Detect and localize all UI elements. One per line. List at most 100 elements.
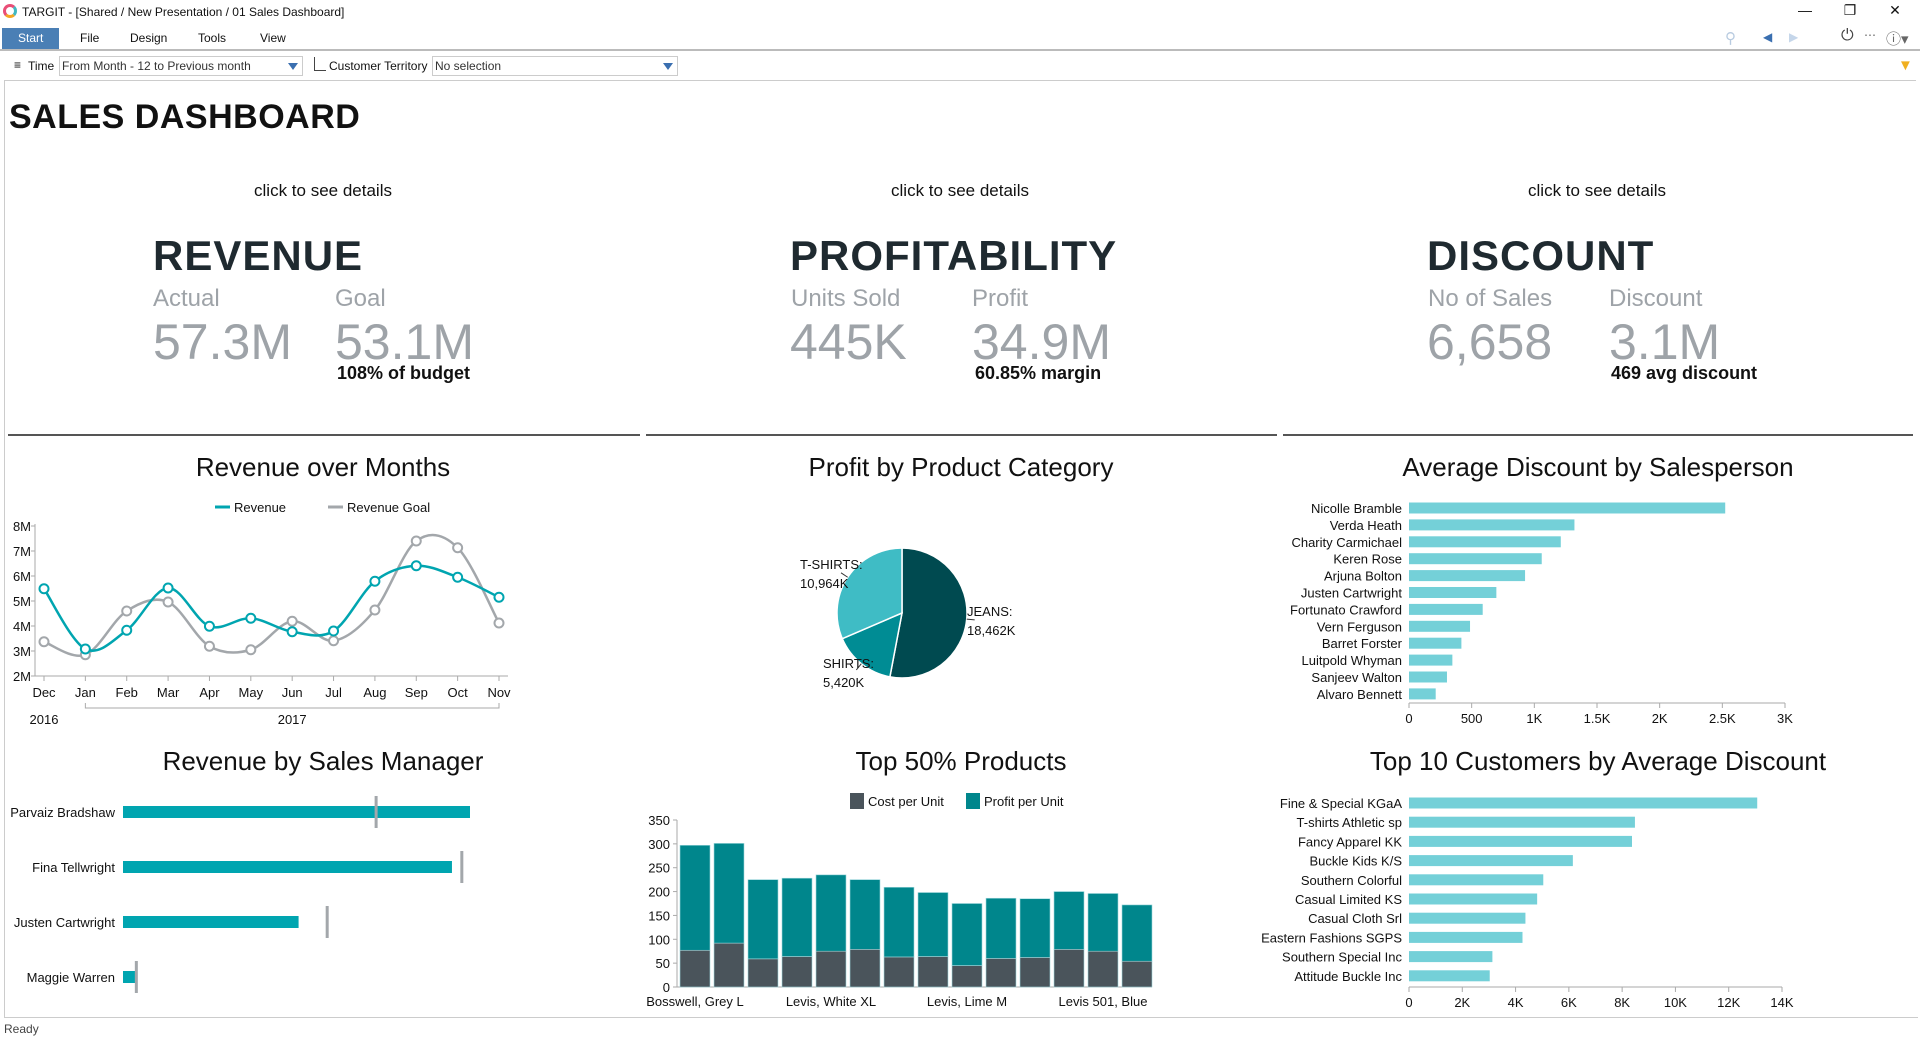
customer-label: Eastern Fashions SGPS (1261, 930, 1402, 945)
salesperson-label: Sanjeev Walton (1311, 670, 1402, 685)
x-tick-label: Oct (448, 685, 469, 700)
profit-bar-segment (951, 903, 983, 966)
y-tick-label: 350 (648, 813, 670, 828)
x-category-label: Levis 501, Blue (1059, 994, 1148, 1009)
y-tick-label: 50 (656, 956, 670, 971)
profit-bar-segment (1019, 898, 1051, 958)
data-point (245, 644, 257, 656)
customer-bar (1409, 835, 1633, 847)
cost-bar-segment (781, 956, 813, 988)
salesperson-bar (1409, 536, 1561, 548)
manager-label: Parvaiz Bradshaw (10, 805, 115, 820)
manager-revenue-bar (123, 806, 470, 818)
manager-label: Justen Cartwright (14, 915, 116, 930)
data-point (38, 636, 50, 648)
profit-bar-segment (883, 886, 915, 958)
legend-swatch (850, 793, 864, 809)
customer-label: Casual Cloth Srl (1308, 911, 1402, 926)
customer-label: Fine & Special KGaA (1280, 796, 1402, 811)
manager-revenue-bar (123, 916, 299, 928)
salesperson-bar (1409, 671, 1447, 683)
cost-bar-segment (815, 950, 847, 988)
customer-bar (1409, 893, 1538, 905)
year-bracket (84, 703, 500, 709)
x-tick-label: Jul (325, 685, 342, 700)
y-tick-label: 100 (648, 932, 670, 947)
customer-label: T-shirts Athletic sp (1297, 815, 1402, 830)
data-point (121, 624, 133, 636)
pie-label: JEANS: (967, 604, 1013, 619)
data-point (162, 596, 174, 608)
x-tick-label: 10K (1664, 995, 1687, 1010)
salesperson-label: Arjuna Bolton (1324, 569, 1402, 584)
x-tick-label: 14K (1770, 995, 1793, 1010)
legend-revenue-goal: Revenue Goal (347, 500, 430, 515)
salesperson-bar (1409, 502, 1726, 514)
cost-bar-segment (747, 958, 779, 988)
charts-layer: 2M 3M 4M 5M 6M 7M 8M Dec Jan Feb Mar Apr May Jun Jul Au… (10, 500, 1794, 1010)
profit-bar-segment (1121, 904, 1153, 962)
customer-label: Fancy Apparel KK (1298, 834, 1402, 849)
manager-goal-marker (325, 906, 329, 938)
cost-bar-segment (951, 965, 983, 988)
data-point (328, 625, 340, 637)
profit-bar-segment (747, 879, 779, 960)
legend-label: Cost per Unit (868, 794, 944, 809)
legend-label: Profit per Unit (984, 794, 1064, 809)
profit-bar-segment (1087, 893, 1119, 952)
customer-bar (1409, 970, 1490, 982)
cost-bar-segment (917, 956, 949, 988)
profit-bar-segment (679, 844, 711, 951)
x-tick-label: Dec (32, 685, 56, 700)
legend-swatch (966, 793, 980, 809)
x-tick-label: 2K (1454, 995, 1470, 1010)
series-line-revenue (42, 564, 500, 652)
cost-bar-segment (1053, 949, 1085, 988)
x-tick-label: 0 (1405, 995, 1412, 1010)
x-tick-label: Apr (199, 685, 220, 700)
salesperson-bar (1409, 637, 1462, 649)
manager-goal-marker (374, 796, 378, 828)
data-point (410, 560, 422, 572)
x-category-label: Bosswell, Grey L (646, 994, 744, 1009)
salesperson-label: Fortunato Crawford (1290, 602, 1402, 617)
cost-bar-segment (985, 958, 1017, 988)
y-tick-label: 150 (648, 908, 670, 923)
profit-bar-segment (781, 877, 813, 957)
salesperson-bar (1409, 603, 1483, 615)
data-point (79, 643, 91, 655)
data-point (369, 575, 381, 587)
y-tick-label: 6M (13, 569, 31, 584)
customer-label: Casual Limited KS (1295, 892, 1402, 907)
x-tick-label: 2K (1652, 711, 1668, 726)
profit-bar-segment (849, 879, 881, 950)
customer-bar (1409, 912, 1526, 924)
data-point (38, 583, 50, 595)
profit-bar-segment (985, 897, 1017, 959)
salesperson-bar (1409, 553, 1542, 565)
customer-label: Attitude Buckle Inc (1294, 969, 1402, 984)
year-label: 2016 (30, 712, 59, 727)
y-tick-label: 4M (13, 619, 31, 634)
x-tick-label: 2.5K (1709, 711, 1736, 726)
salesperson-label: Charity Carmichael (1291, 535, 1402, 550)
data-point (203, 640, 215, 652)
manager-goal-marker (134, 961, 138, 993)
x-category-label: Levis, Lime M (927, 994, 1007, 1009)
customer-label: Southern Colorful (1301, 873, 1402, 888)
profit-bar-segment (1053, 891, 1085, 950)
x-tick-label: 500 (1461, 711, 1483, 726)
y-tick-label: 5M (13, 594, 31, 609)
pie-value-label: 18,462K (967, 623, 1016, 638)
x-tick-label: 0 (1405, 711, 1412, 726)
legend-revenue: Revenue (234, 500, 286, 515)
data-point (203, 620, 215, 632)
pie-label: SHIRTS: (823, 656, 874, 671)
cost-bar-segment (849, 949, 881, 988)
data-point (162, 582, 174, 594)
salesperson-bar (1409, 688, 1436, 700)
profit-bar-segment (815, 874, 847, 952)
data-point (452, 542, 464, 554)
x-tick-label: 6K (1561, 995, 1577, 1010)
y-tick-label: 3M (13, 644, 31, 659)
